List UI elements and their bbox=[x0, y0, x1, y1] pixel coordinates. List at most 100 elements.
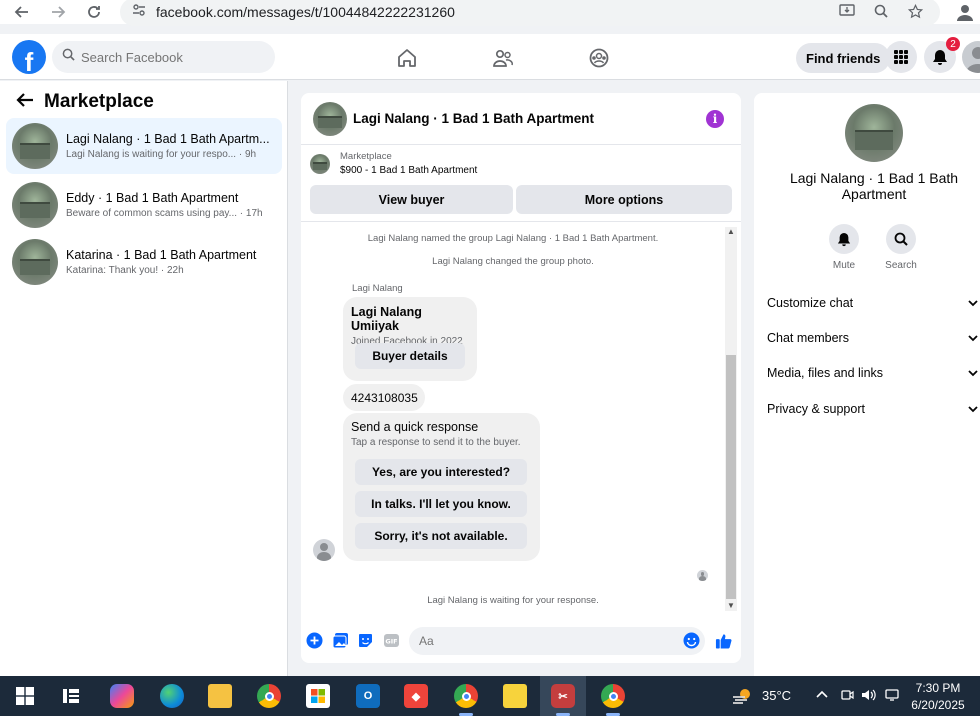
listing-thumbnail bbox=[12, 182, 58, 228]
snipping-tool-icon[interactable]: ✂ bbox=[551, 684, 575, 708]
chrome-icon[interactable] bbox=[601, 684, 625, 708]
system-clock[interactable]: 7:30 PM 6/20/2025 bbox=[908, 680, 968, 714]
search-icon[interactable] bbox=[886, 224, 916, 254]
address-bar[interactable]: facebook.com/messages/t/1004484222223126… bbox=[120, 0, 940, 26]
install-app-icon[interactable] bbox=[838, 2, 856, 20]
message-text: 4243108035 bbox=[351, 391, 418, 405]
chat-title[interactable]: Lagi Nalang · 1 Bad 1 Bath Apartment bbox=[353, 111, 594, 126]
photo-icon[interactable] bbox=[332, 632, 349, 649]
group-photo[interactable] bbox=[845, 104, 903, 162]
clock-date: 6/20/2025 bbox=[911, 698, 965, 712]
thumbs-up-icon[interactable] bbox=[715, 632, 732, 649]
windows-start-icon[interactable] bbox=[13, 684, 37, 708]
view-buyer-button[interactable]: View buyer bbox=[310, 185, 513, 214]
groups-nav-icon[interactable] bbox=[585, 44, 613, 72]
anydesk-icon[interactable]: ◆ bbox=[404, 684, 428, 708]
conversation-item[interactable]: Lagi Nalang · 1 Bad 1 Bath Apartm... Lag… bbox=[6, 118, 282, 174]
listing-thumbnail bbox=[12, 123, 58, 169]
system-message: Lagi Nalang named the group Lagi Nalang … bbox=[367, 233, 659, 244]
task-view-icon[interactable] bbox=[59, 684, 83, 708]
more-options-button[interactable]: More options bbox=[516, 185, 732, 214]
chrome-center bbox=[608, 691, 618, 701]
chat-header: Lagi Nalang · 1 Bad 1 Bath Apartment i bbox=[301, 93, 741, 145]
reload-icon[interactable] bbox=[82, 0, 106, 24]
home-nav-icon[interactable] bbox=[393, 44, 421, 72]
conversation-title: Lagi Nalang · 1 Bad 1 Bath Apartm... bbox=[66, 132, 270, 146]
waiting-notice: Lagi Nalang is waiting for your response… bbox=[427, 595, 599, 606]
weather-icon[interactable] bbox=[730, 684, 754, 708]
outlook-icon[interactable]: O bbox=[356, 684, 380, 708]
quick-reply-not-available[interactable]: Sorry, it's not available. bbox=[355, 523, 527, 549]
conversation-preview: Beware of common scams using pay... · 17… bbox=[66, 208, 263, 219]
zoom-icon[interactable] bbox=[872, 2, 890, 20]
notifications-button[interactable]: 2 bbox=[924, 37, 960, 73]
listing-summary[interactable]: Marketplace $900 - 1 Bad 1 Bath Apartmen… bbox=[310, 151, 477, 176]
file-explorer-icon[interactable] bbox=[208, 684, 232, 708]
section-label: Customize chat bbox=[767, 296, 854, 310]
info-icon[interactable]: i bbox=[706, 110, 724, 128]
copilot-icon[interactable] bbox=[110, 684, 134, 708]
sticker-icon[interactable] bbox=[357, 632, 374, 649]
profile-avatar-icon[interactable] bbox=[955, 2, 975, 22]
quick-reply-in-talks[interactable]: In talks. I'll let you know. bbox=[355, 491, 527, 517]
scrollbar-thumb[interactable] bbox=[726, 355, 736, 599]
quick-reply-interested[interactable]: Yes, are you interested? bbox=[355, 459, 527, 485]
menu-grid-button[interactable] bbox=[885, 41, 917, 73]
microsoft-store-icon[interactable] bbox=[306, 684, 330, 708]
bell-icon[interactable] bbox=[829, 224, 859, 254]
quick-response-message: Send a quick response Tap a response to … bbox=[343, 413, 540, 561]
chrome-icon[interactable] bbox=[257, 684, 281, 708]
back-arrow-icon[interactable] bbox=[10, 0, 34, 24]
section-label: Media, files and links bbox=[767, 366, 884, 380]
conversation-item[interactable]: Katarina · 1 Bad 1 Bath Apartment Katari… bbox=[6, 234, 282, 290]
sender-avatar[interactable] bbox=[313, 539, 335, 561]
section-privacy-support[interactable]: Privacy & support bbox=[767, 402, 980, 416]
conversation-item[interactable]: Eddy · 1 Bad 1 Bath Apartment Beware of … bbox=[6, 177, 282, 233]
mute-action[interactable]: Mute bbox=[822, 224, 866, 271]
plus-circle-icon[interactable] bbox=[306, 632, 323, 649]
bookmark-star-icon[interactable] bbox=[906, 2, 924, 20]
section-label: Privacy & support bbox=[767, 402, 865, 416]
browser-toolbar: facebook.com/messages/t/1004484222223126… bbox=[0, 0, 980, 26]
account-avatar[interactable] bbox=[962, 41, 980, 73]
section-chat-members[interactable]: Chat members bbox=[767, 331, 980, 345]
message-input[interactable] bbox=[409, 627, 705, 655]
quick-response-title: Send a quick response bbox=[351, 420, 479, 434]
sticky-notes-icon[interactable] bbox=[503, 684, 527, 708]
chat-group-photo[interactable] bbox=[313, 101, 347, 136]
listing-thumbnail bbox=[12, 239, 58, 285]
chat-panel: Lagi Nalang · 1 Bad 1 Bath Apartment i M… bbox=[301, 93, 741, 663]
site-settings-icon[interactable] bbox=[132, 3, 146, 22]
chevron-down-icon bbox=[968, 331, 978, 345]
section-media-files-links[interactable]: Media, files and links bbox=[767, 366, 980, 380]
emoji-icon[interactable] bbox=[683, 632, 700, 649]
edge-browser-icon[interactable] bbox=[160, 684, 184, 708]
facebook-logo-icon[interactable]: f bbox=[12, 40, 46, 74]
bell-icon bbox=[933, 49, 947, 65]
chrome-center bbox=[461, 691, 471, 701]
volume-icon[interactable] bbox=[861, 688, 876, 705]
buyer-details-button[interactable]: Buyer details bbox=[355, 343, 465, 369]
section-customize-chat[interactable]: Customize chat bbox=[767, 296, 980, 310]
sender-name: Lagi Nalang bbox=[352, 283, 403, 294]
search-label: Search bbox=[885, 260, 917, 271]
gif-icon[interactable]: GIF bbox=[383, 632, 400, 649]
search-icon bbox=[62, 48, 75, 66]
scroll-up-arrow-icon[interactable]: ▲ bbox=[726, 227, 736, 236]
read-receipt-avatar bbox=[697, 570, 708, 581]
meet-now-icon[interactable] bbox=[840, 688, 854, 705]
facebook-search[interactable] bbox=[52, 41, 275, 73]
buyer-card-message: Lagi Nalang Umiiyak Joined Facebook in 2… bbox=[343, 297, 477, 381]
chevron-up-icon[interactable] bbox=[816, 688, 828, 703]
chrome-profile-icon[interactable] bbox=[454, 684, 478, 708]
divider bbox=[301, 221, 741, 222]
friends-nav-icon[interactable] bbox=[489, 44, 517, 72]
network-icon[interactable] bbox=[885, 688, 899, 705]
forward-arrow-icon[interactable] bbox=[46, 0, 70, 24]
find-friends-button[interactable]: Find friends bbox=[796, 43, 891, 73]
details-title: Lagi Nalang · 1 Bad 1 Bath Apartment bbox=[789, 170, 959, 202]
back-arrow-icon[interactable] bbox=[16, 92, 34, 113]
search-input[interactable] bbox=[81, 49, 251, 65]
search-action[interactable]: Search bbox=[879, 224, 923, 271]
scroll-down-arrow-icon[interactable]: ▼ bbox=[726, 601, 736, 610]
